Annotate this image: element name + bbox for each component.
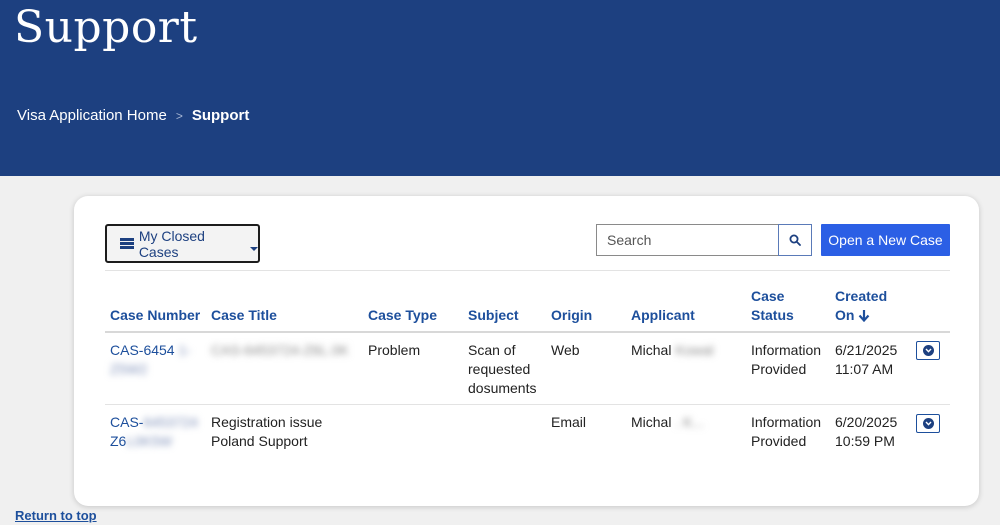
case-number-link[interactable]: CAS-6453724 Z6L0K5W xyxy=(110,413,198,451)
column-header-case-type[interactable]: Case Type xyxy=(368,306,437,325)
toolbar-divider xyxy=(105,270,950,271)
row-actions-button[interactable] xyxy=(916,341,940,360)
created-on-cell: 6/20/2025 10:59 PM xyxy=(835,414,898,449)
column-header-created-line2: On xyxy=(835,307,855,323)
column-header-case-status-line1: Case xyxy=(751,288,785,304)
table-row-divider xyxy=(105,404,950,405)
column-header-case-title[interactable]: Case Title xyxy=(211,306,277,325)
case-view-label: My Closed Cases xyxy=(138,227,205,260)
search-input[interactable] xyxy=(596,224,779,256)
case-title-cell: CAS-6453724-Z6L.0K xyxy=(211,342,349,358)
chevron-down-circle-icon xyxy=(922,345,934,356)
column-header-created-on[interactable]: Created On xyxy=(835,287,887,325)
search-icon xyxy=(789,234,801,246)
breadcrumb-separator: > xyxy=(175,108,183,123)
case-type-cell: Problem xyxy=(368,342,421,358)
list-icon xyxy=(120,238,134,249)
subject-cell: Scan of requested dosuments xyxy=(468,342,537,396)
open-new-case-button[interactable]: Open a New Case xyxy=(821,224,950,256)
origin-cell: Email xyxy=(551,414,587,430)
arrow-down-icon xyxy=(859,310,870,322)
column-header-case-status-line2: Status xyxy=(751,307,794,323)
return-to-top-link[interactable]: Return to top xyxy=(15,508,97,523)
cases-card: My Closed Cases Open a New Case Case Num… xyxy=(74,196,979,506)
case-status-cell: Information Provided xyxy=(751,414,822,449)
column-header-case-status[interactable]: Case Status xyxy=(751,287,794,325)
applicant-cell: Michal . K... xyxy=(631,414,705,430)
page-title: Support xyxy=(14,2,198,53)
case-number-link[interactable]: CAS-6454 1- Z5W2 xyxy=(110,341,191,379)
breadcrumb: Visa Application Home > Support xyxy=(17,107,249,124)
row-actions-button[interactable] xyxy=(916,414,940,433)
chevron-down-circle-icon xyxy=(922,418,934,429)
caret-down-icon xyxy=(250,246,258,251)
breadcrumb-current: Support xyxy=(191,107,250,124)
table-header-divider xyxy=(105,331,950,333)
case-view-dropdown[interactable]: My Closed Cases xyxy=(105,224,260,263)
column-header-origin[interactable]: Origin xyxy=(551,306,592,325)
origin-cell: Web xyxy=(551,342,580,358)
breadcrumb-home-link[interactable]: Visa Application Home xyxy=(17,107,167,124)
column-header-subject[interactable]: Subject xyxy=(468,306,519,325)
page-header-banner: Support Visa Application Home > Support xyxy=(0,0,1000,176)
search-button[interactable] xyxy=(778,224,812,256)
case-status-cell: Information Provided xyxy=(751,342,822,377)
column-header-applicant[interactable]: Applicant xyxy=(631,306,695,325)
column-header-case-number[interactable]: Case Number xyxy=(110,306,200,325)
applicant-cell: Michal Kowal xyxy=(631,342,714,358)
created-on-cell: 6/21/2025 11:07 AM xyxy=(835,342,898,377)
column-header-created-line1: Created xyxy=(835,288,888,304)
case-title-cell: Registration issue Poland Support xyxy=(211,414,323,449)
